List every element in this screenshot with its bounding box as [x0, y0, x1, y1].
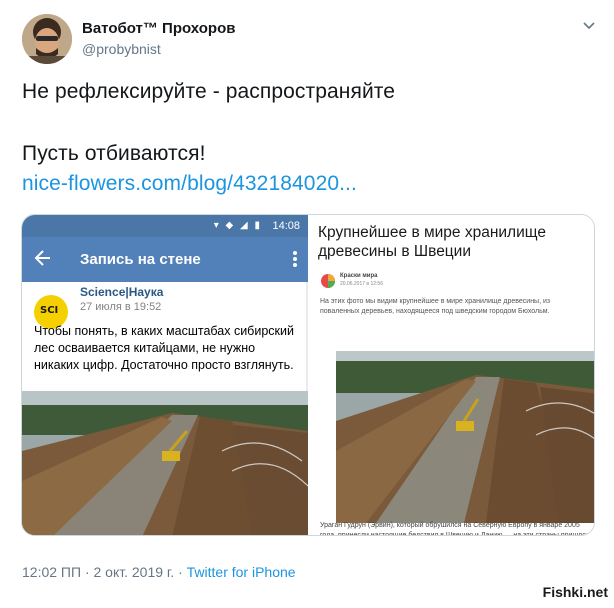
tweet-link[interactable]: nice-flowers.com/blog/432184020... — [22, 172, 357, 196]
vk-app-bar-title: Запись на стене — [80, 251, 201, 268]
article-caption: Ураган Гудрун (Эрвин), который обрушился… — [320, 522, 594, 536]
avatar-text: SCI — [40, 305, 59, 316]
timber-yard-photo-article — [336, 351, 594, 523]
tweet-media[interactable]: ▾ ◆ ◢ ▮ 14:08 Запись на стене SCI Scienc… — [21, 214, 595, 536]
chevron-down-icon[interactable] — [580, 16, 598, 34]
article-source-name: Краски мира — [340, 273, 378, 279]
phone-status-bar: ▾ ◆ ◢ ▮ 14:08 — [22, 215, 308, 237]
author-avatar[interactable] — [22, 14, 72, 64]
back-arrow-icon — [34, 248, 52, 268]
status-time: 14:08 — [272, 220, 300, 232]
media-image-left[interactable]: ▾ ◆ ◢ ▮ 14:08 Запись на стене SCI Scienc… — [22, 215, 308, 535]
source-logo-icon — [320, 273, 336, 289]
tweet-footer: 12:02 ПП · 2 окт. 2019 г. · Twitter for … — [22, 564, 296, 580]
tweet-text-line-1: Не рефлексируйте - распространяйте — [22, 80, 396, 103]
status-icons: ▾ ◆ ◢ ▮ — [213, 220, 262, 231]
more-vertical-icon — [292, 249, 298, 269]
tweet-timestamp[interactable]: 12:02 ПП · 2 окт. 2019 г. · — [22, 564, 187, 580]
post-author-name: Science|Наука — [80, 285, 164, 299]
watermark: Fishki.net — [542, 584, 608, 600]
tweet-source-link[interactable]: Twitter for iPhone — [187, 564, 296, 580]
timber-yard-photo — [22, 391, 308, 535]
vk-app-bar: Запись на стене — [22, 237, 308, 282]
post-text: Чтобы понять, в каких масштабах сибирски… — [34, 324, 294, 372]
tweet-text-line-2: Пусть отбиваются! — [22, 142, 206, 165]
article-description: На этих фото мы видим крупнейшее в мире … — [320, 298, 551, 315]
article-title: Крупнейшее в мире хранилище древесины в … — [318, 224, 546, 260]
article-source-date: 20.06.2017 в 12:56 — [340, 281, 383, 287]
author-handle[interactable]: @probybnist — [82, 41, 161, 57]
post-date: 27 июля в 19:52 — [80, 301, 162, 313]
media-image-right[interactable]: Крупнейшее в мире хранилище древесины в … — [310, 215, 594, 536]
author-name[interactable]: Ватобот™ Прохоров — [82, 20, 235, 37]
